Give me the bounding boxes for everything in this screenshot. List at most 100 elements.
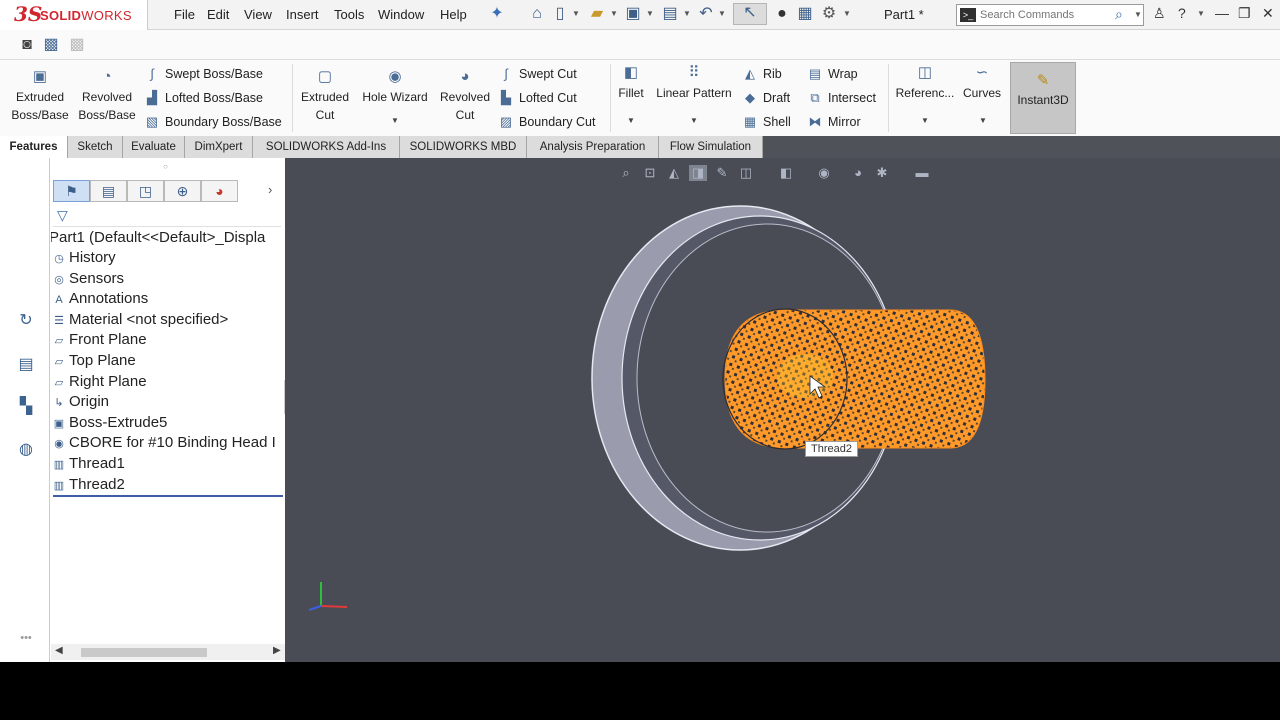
menu-help[interactable]: Help — [440, 7, 467, 22]
appearance-icon[interactable]: ◍ — [16, 440, 36, 460]
tab-flow-simulation[interactable]: Flow Simulation — [659, 136, 763, 158]
revolved-cut-button[interactable]: ◕ Revolved Cut — [436, 68, 494, 124]
menu-edit[interactable]: Edit — [207, 7, 229, 22]
revolved-boss-button[interactable]: ◔ Revolved Boss/Base — [76, 68, 138, 124]
home-icon[interactable]: ⌂ — [528, 5, 546, 23]
chevron-right-icon[interactable]: ▶ — [273, 645, 281, 656]
boundary-boss-button[interactable]: ▧ Boundary Boss/Base — [143, 112, 282, 132]
design-library-icon[interactable]: ▚ — [16, 397, 36, 417]
tree-item-thread1[interactable]: ▥ Thread1 — [51, 454, 125, 474]
intersect-button[interactable]: ⧉ Intersect — [806, 88, 876, 108]
search-icon[interactable]: ⌕ — [1115, 6, 1123, 23]
tree-root-part[interactable]: Part1 (Default<<Default>_Displa — [51, 228, 265, 248]
lofted-cut-button[interactable]: ▙ Lofted Cut — [497, 88, 577, 108]
chevron-down-icon[interactable]: ▼ — [1197, 9, 1205, 18]
chevron-down-icon[interactable]: ▼ — [610, 9, 618, 18]
restore-icon[interactable]: ❐ — [1238, 5, 1251, 22]
chevron-down-icon[interactable]: ▼ — [921, 116, 929, 125]
chevron-down-icon[interactable]: ▼ — [843, 9, 851, 18]
curves-button[interactable]: ∽ Curves — [960, 64, 1004, 102]
new-document-icon[interactable]: ▯ — [551, 5, 569, 23]
fillet-button[interactable]: ◧ Fillet — [612, 64, 650, 102]
chevron-down-icon[interactable]: ▼ — [391, 116, 399, 125]
display-manager-tab-icon[interactable]: ◕ — [201, 180, 238, 202]
chevron-down-icon[interactable]: ▼ — [683, 9, 691, 18]
tree-item-history[interactable]: ◷ History — [51, 248, 115, 268]
linear-pattern-button[interactable]: ⠿ Linear Pattern — [652, 64, 736, 102]
rib-button[interactable]: ◭ Rib — [741, 64, 782, 84]
draft-button[interactable]: ◆ Draft — [741, 88, 790, 108]
undo-icon[interactable]: ↶ — [697, 5, 715, 23]
tree-item-boss-extrude5[interactable]: ▣ Boss-Extrude5 — [51, 413, 168, 433]
extruded-boss-button[interactable]: ▣ Extruded Boss/Base — [8, 68, 72, 124]
tree-item-sensors[interactable]: ◎ Sensors — [51, 269, 124, 289]
chevron-down-icon[interactable]: ▼ — [690, 116, 698, 125]
tab-features[interactable]: Features — [0, 136, 68, 158]
thread-feature[interactable] — [722, 308, 986, 450]
select-pointer-icon[interactable]: ↖ — [733, 3, 767, 25]
rollback-bar[interactable] — [53, 495, 283, 497]
mirror-button[interactable]: ⧓ Mirror — [806, 112, 861, 132]
tab-solidworks-mbd[interactable]: SOLIDWORKS MBD — [400, 136, 527, 158]
close-icon[interactable]: ✕ — [1262, 5, 1274, 22]
menu-file[interactable]: File — [174, 7, 195, 22]
chevron-down-icon[interactable]: ▼ — [627, 116, 635, 125]
boundary-cut-button[interactable]: ▨ Boundary Cut — [497, 112, 596, 132]
chevron-down-icon[interactable]: ▼ — [1134, 10, 1142, 19]
dimxpert-manager-tab-icon[interactable]: ⊕ — [164, 180, 201, 202]
tab-dimxpert[interactable]: DimXpert — [185, 136, 253, 158]
tree-item-origin[interactable]: ↳ Origin — [51, 392, 109, 412]
file-properties-icon[interactable]: ▦ — [796, 5, 814, 23]
shell-button[interactable]: ▦ Shell — [741, 112, 791, 132]
scrollbar-thumb[interactable] — [81, 648, 207, 657]
rebuild-icon[interactable]: ↻ — [16, 311, 36, 331]
menu-view[interactable]: View — [244, 7, 272, 22]
more-icon[interactable]: ••• — [16, 628, 36, 648]
menu-tools[interactable]: Tools — [334, 7, 364, 22]
filter-icon[interactable]: ▽ — [57, 207, 68, 224]
solidworks-logo[interactable]: 3S SOLIDWORKS — [0, 0, 148, 30]
traffic-light-icon[interactable]: ● — [773, 5, 791, 23]
hole-wizard-button[interactable]: ◉ Hole Wizard — [358, 68, 432, 106]
tree-item-thread2[interactable]: ▥ Thread2 — [51, 475, 125, 495]
tab-sketch[interactable]: Sketch — [68, 136, 123, 158]
tree-item-cbore[interactable]: ◉ CBORE for #10 Binding Head I — [51, 433, 276, 453]
reference-geometry-button[interactable]: ◫ Referenc... — [893, 64, 957, 102]
tab-solidworks-add-ins[interactable]: SOLIDWORKS Add-Ins — [253, 136, 400, 158]
print-icon[interactable]: ▤ — [661, 5, 679, 23]
chevron-down-icon[interactable]: ▼ — [572, 9, 580, 18]
horizontal-scrollbar[interactable]: ◀ ▶ — [51, 644, 285, 660]
tree-item-annotations[interactable]: A Annotations — [51, 289, 148, 309]
wrap-button[interactable]: ▤ Wrap — [806, 64, 858, 84]
tab-evaluate[interactable]: Evaluate — [123, 136, 185, 158]
chevron-down-icon[interactable]: ▼ — [979, 116, 987, 125]
tree-item-top-plane[interactable]: ▱ Top Plane — [51, 351, 136, 371]
chevron-left-icon[interactable]: ◀ — [55, 645, 63, 656]
open-folder-icon[interactable]: ▰ — [588, 5, 606, 23]
feature-manager-tab-icon[interactable]: ⚑ — [53, 180, 90, 202]
camera-icon[interactable]: ◙ — [18, 36, 36, 54]
user-icon[interactable]: ♙ — [1153, 5, 1166, 22]
image-icon[interactable]: ▩ — [42, 36, 60, 54]
search-commands[interactable]: >_ ⌕ ▼ — [956, 4, 1144, 26]
tree-item-right-plane[interactable]: ▱ Right Plane — [51, 372, 147, 392]
graphics-area[interactable]: ⌕ ⊡ ◭ ◨ ✎ ◫ ◧ ◉ ◕ ✱ ▬ ◫ ◫ — ❐ ✕ — [285, 158, 1280, 662]
menu-insert[interactable]: Insert — [286, 7, 319, 22]
search-input[interactable] — [980, 7, 1110, 23]
tab-analysis-preparation[interactable]: Analysis Preparation — [527, 136, 659, 158]
property-manager-tab-icon[interactable]: ▤ — [90, 180, 127, 202]
instant3d-button[interactable]: ✎ Instant3D — [1010, 62, 1076, 134]
swept-boss-button[interactable]: ∫ Swept Boss/Base — [143, 64, 263, 84]
tree-item-front-plane[interactable]: ▱ Front Plane — [51, 330, 147, 350]
lofted-boss-button[interactable]: ▟ Lofted Boss/Base — [143, 88, 263, 108]
extruded-cut-button[interactable]: ▢ Extruded Cut — [296, 68, 354, 124]
menu-window[interactable]: Window — [378, 7, 424, 22]
chevron-down-icon[interactable]: ▼ — [718, 9, 726, 18]
chevron-right-icon[interactable]: › — [268, 182, 272, 197]
save-icon[interactable]: ▣ — [624, 5, 642, 23]
gear-icon[interactable]: ⚙ — [820, 5, 838, 23]
chevron-down-icon[interactable]: ▼ — [646, 9, 654, 18]
panel-grip-icon[interactable]: ○ — [163, 162, 168, 171]
tree-item-material[interactable]: ☰ Material <not specified> — [51, 310, 228, 330]
minimize-icon[interactable]: — — [1215, 5, 1229, 21]
